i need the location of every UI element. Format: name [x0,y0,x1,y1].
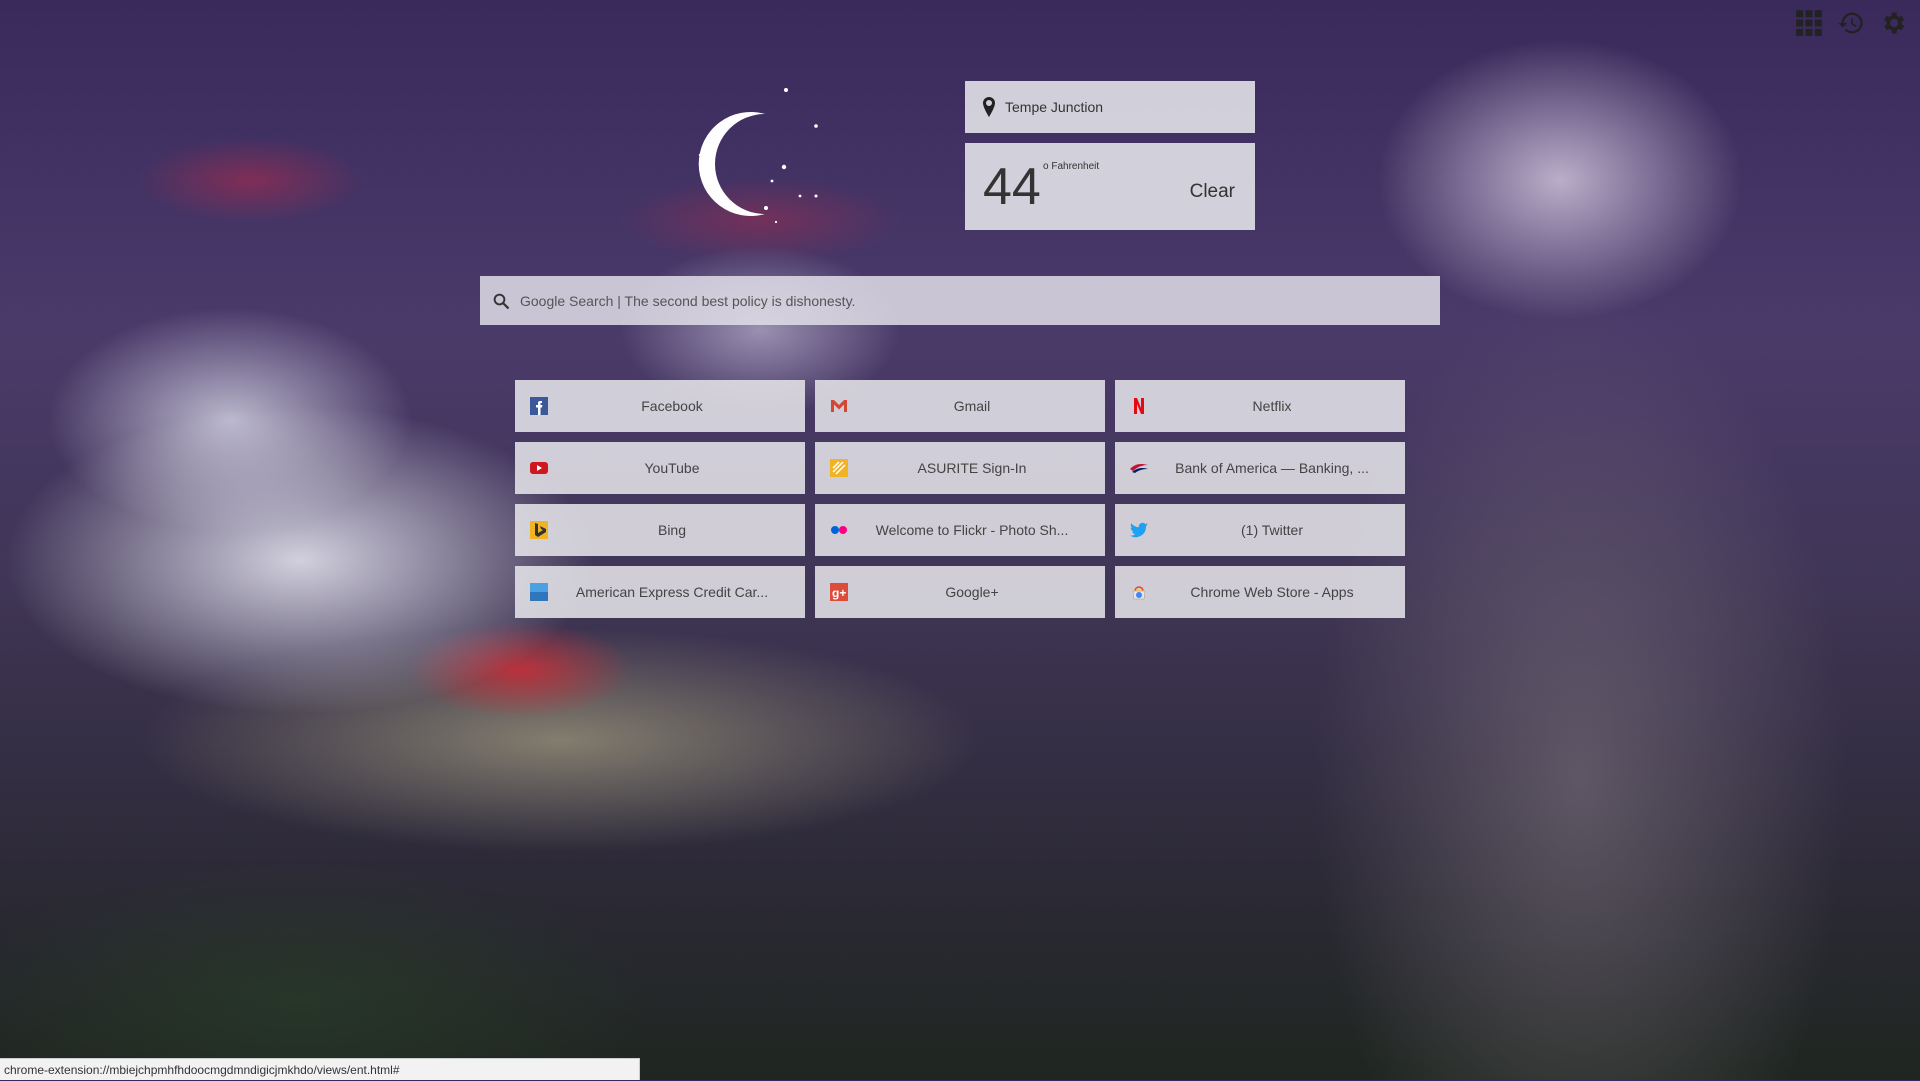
moon-stars-icon [690,84,830,234]
twitter-icon [1130,522,1148,538]
temperature-unit: o Fahrenheit [1043,161,1100,172]
location-pin-icon [983,97,995,117]
tile-youtube[interactable]: YouTube [515,442,805,494]
tile-label: (1) Twitter [1241,522,1303,538]
gear-icon[interactable] [1878,8,1908,38]
facebook-icon [530,397,548,415]
bing-icon [530,521,548,539]
top-toolbar [1794,8,1908,38]
tile-label: American Express Credit Car... [575,584,769,600]
tile-bing[interactable]: Bing [515,504,805,556]
location-name: Tempe Junction [1005,99,1104,115]
bank-of-america-icon [1130,464,1148,473]
temperature-value: 44 [983,158,1041,216]
tile-google-plus[interactable]: g+ Google+ [815,566,1105,618]
tile-label: Netflix [1252,398,1292,414]
netflix-icon [1134,398,1144,414]
tile-facebook[interactable]: Facebook [515,380,805,432]
location-field[interactable]: Tempe Junction [965,81,1255,133]
amex-icon [530,583,548,601]
tile-american-express[interactable]: American Express Credit Car... [515,566,805,618]
chrome-web-store-icon [1132,586,1146,600]
tile-flickr[interactable]: Welcome to Flickr - Photo Sh... [815,504,1105,556]
google-plus-icon: g+ [830,583,848,601]
asurite-icon [830,459,848,477]
tile-label: Welcome to Flickr - Photo Sh... [875,522,1069,538]
tile-label: Bing [657,522,687,538]
weather-condition: Clear [1189,181,1235,202]
apps-grid-icon[interactable] [1794,8,1824,38]
tile-gmail[interactable]: Gmail [815,380,1105,432]
tile-twitter[interactable]: (1) Twitter [1115,504,1405,556]
tile-label: Chrome Web Store - Apps [1190,584,1354,600]
speed-dial-grid: Facebook Gmail Netflix YouTube ASURITE S… [515,380,1405,618]
status-bar-url: chrome-extension://mbiejchpmhfhdoocmgdmn… [0,1058,640,1080]
gmail-icon [831,400,847,412]
history-icon[interactable] [1836,8,1866,38]
weather-widget[interactable]: 44 o Fahrenheit Clear [965,143,1255,230]
tile-label: YouTube [644,460,700,476]
tile-asurite[interactable]: ASURITE Sign-In [815,442,1105,494]
svg-text:g+: g+ [832,586,846,600]
search-bar [480,276,1440,325]
tile-chrome-web-store[interactable]: Chrome Web Store - Apps [1115,566,1405,618]
tile-label: Gmail [953,398,991,414]
search-input[interactable] [518,291,1440,310]
tile-label: Facebook [641,398,703,414]
flickr-icon [831,526,847,534]
search-icon [493,293,510,309]
tile-bank-of-america[interactable]: Bank of America — Banking, ... [1115,442,1405,494]
tile-label: Bank of America — Banking, ... [1175,460,1369,476]
youtube-icon [530,462,548,474]
tile-label: Google+ [945,584,999,600]
tile-label: ASURITE Sign-In [917,460,1027,476]
tile-netflix[interactable]: Netflix [1115,380,1405,432]
